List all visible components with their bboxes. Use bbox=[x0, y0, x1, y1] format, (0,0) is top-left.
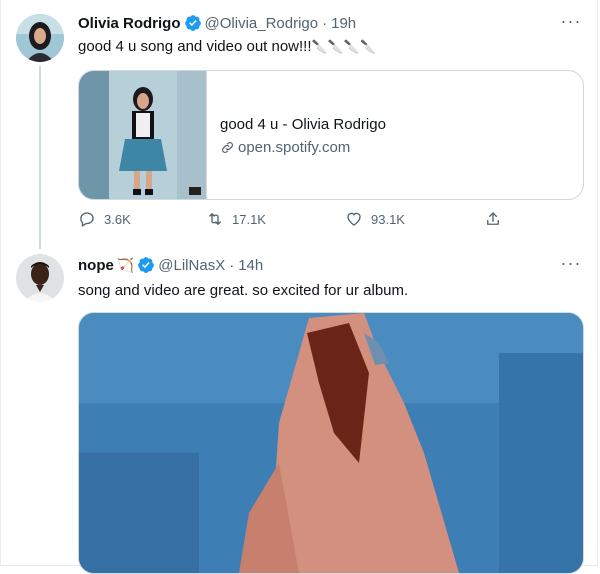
reply-count: 3.6K bbox=[104, 211, 131, 227]
more-icon[interactable]: ··· bbox=[560, 12, 582, 36]
retweet-button[interactable]: 17.1K bbox=[206, 210, 266, 228]
author-handle[interactable]: @LilNasX bbox=[158, 257, 225, 274]
bow-emoji: 🏹 bbox=[116, 256, 135, 273]
separator-dot: · bbox=[229, 256, 235, 274]
like-count: 93.1K bbox=[371, 211, 405, 227]
retweet-icon bbox=[209, 213, 221, 225]
tweet-time[interactable]: 14h bbox=[238, 257, 263, 274]
link-card[interactable]: good 4 u - Olivia Rodrigo open.spotify.c… bbox=[78, 70, 584, 200]
tweet-text-body: good 4 u song and video out now!!! bbox=[78, 38, 312, 55]
author-handle[interactable]: @Olivia_Rodrigo bbox=[205, 15, 319, 32]
author-name[interactable]: nope bbox=[78, 257, 114, 274]
link-icon bbox=[222, 142, 233, 153]
share-icon bbox=[487, 212, 499, 225]
tweet-time[interactable]: 19h bbox=[331, 15, 356, 32]
reply-button[interactable]: 3.6K bbox=[78, 210, 131, 228]
avatar-lilnasx[interactable] bbox=[16, 254, 64, 302]
card-domain-text: open.spotify.com bbox=[238, 139, 351, 156]
retweet-count: 17.1K bbox=[232, 211, 266, 227]
avatar-olivia[interactable] bbox=[16, 14, 64, 62]
card-title[interactable]: good 4 u - Olivia Rodrigo bbox=[220, 116, 386, 133]
author-name[interactable]: Olivia Rodrigo bbox=[78, 15, 181, 32]
tweet-header: Olivia Rodrigo @Olivia_Rodrigo · 19h bbox=[78, 14, 356, 32]
tweet-media-gif[interactable] bbox=[78, 312, 584, 574]
verified-badge-icon bbox=[137, 256, 155, 274]
like-button[interactable]: 93.1K bbox=[345, 210, 405, 228]
thread-line bbox=[39, 66, 41, 249]
verified-badge-icon bbox=[184, 14, 202, 32]
card-thumbnail bbox=[79, 71, 207, 199]
tweet-text: good 4 u song and video out now!!!🔪🔪🔪🔪 bbox=[78, 38, 376, 55]
more-icon[interactable]: ··· bbox=[560, 254, 582, 278]
card-domain[interactable]: open.spotify.com bbox=[220, 139, 350, 156]
separator-dot: · bbox=[322, 14, 328, 32]
reply-icon bbox=[80, 212, 94, 227]
tweet-header: nope 🏹 @LilNasX · 14h bbox=[78, 256, 263, 274]
share-button[interactable] bbox=[484, 210, 510, 228]
like-icon bbox=[347, 212, 361, 226]
tweet-olivia[interactable]: Olivia Rodrigo @Olivia_Rodrigo · 19h ···… bbox=[0, 0, 600, 250]
knife-emojis: 🔪🔪🔪🔪 bbox=[311, 39, 377, 54]
tweet-text: song and video are great. so excited for… bbox=[78, 282, 409, 299]
tweet-actions: 3.6K 17.1K 93.1K bbox=[78, 210, 518, 230]
